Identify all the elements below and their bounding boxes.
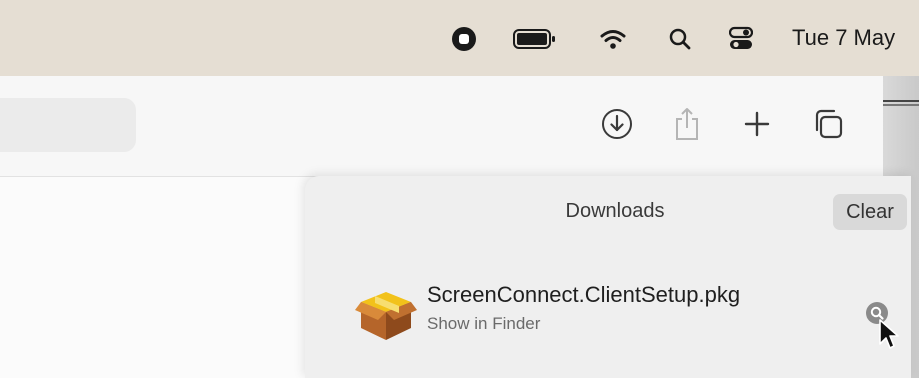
search-icon[interactable] xyxy=(665,24,695,54)
divider xyxy=(883,104,919,106)
address-bar[interactable] xyxy=(0,98,136,152)
mouse-pointer-icon xyxy=(877,318,903,352)
share-button[interactable] xyxy=(667,106,707,146)
tab-overview-icon xyxy=(812,108,844,145)
share-icon xyxy=(672,106,702,147)
record-icon[interactable] xyxy=(449,24,479,54)
downloads-button[interactable] xyxy=(597,106,637,146)
download-file-name[interactable]: ScreenConnect.ClientSetup.pkg xyxy=(427,282,740,308)
menu-bar-clock[interactable]: Tue 7 May xyxy=(792,25,895,51)
downloads-icon xyxy=(600,107,634,146)
battery-icon[interactable] xyxy=(512,24,558,54)
new-tab-button[interactable] xyxy=(737,106,777,146)
downloads-title: Downloads xyxy=(565,200,665,222)
tab-overview-button[interactable] xyxy=(808,106,848,146)
clear-downloads-button[interactable]: Clear xyxy=(833,194,907,230)
browser-toolbar xyxy=(0,76,883,177)
menu-bar: Tue 7 May xyxy=(0,0,919,76)
control-center-icon[interactable] xyxy=(726,24,756,54)
divider xyxy=(883,100,919,102)
new-tab-icon xyxy=(743,110,771,143)
download-item[interactable]: ScreenConnect.ClientSetup.pkg Show in Fi… xyxy=(355,276,905,346)
package-icon[interactable] xyxy=(355,282,417,344)
wifi-icon[interactable] xyxy=(598,24,628,54)
downloads-popover: Downloads Clear ScreenConnect.ClientSetu… xyxy=(305,176,911,378)
show-in-finder-link[interactable]: Show in Finder xyxy=(427,314,540,334)
